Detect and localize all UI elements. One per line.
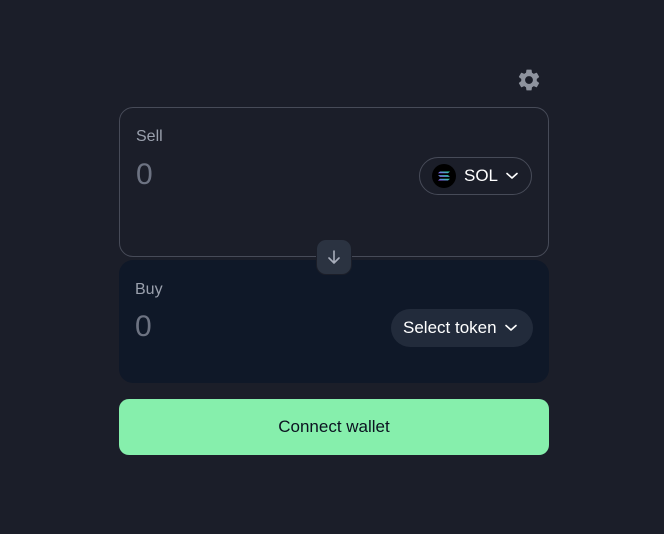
sell-label: Sell: [136, 128, 163, 145]
swap-widget: Sell SOL: [0, 0, 664, 534]
chevron-down-icon: [504, 324, 517, 332]
buy-label: Buy: [135, 281, 163, 298]
solana-logo-icon: [432, 164, 456, 188]
connect-wallet-button[interactable]: Connect wallet: [119, 399, 549, 455]
gear-icon: [518, 69, 540, 91]
sell-amount-input[interactable]: [136, 156, 336, 194]
select-token-label: Select token: [403, 318, 497, 337]
arrow-down-icon: [328, 250, 340, 264]
sell-token-symbol: SOL: [464, 166, 499, 185]
settings-button[interactable]: [514, 65, 544, 95]
chevron-down-icon: [506, 172, 518, 180]
buy-token-selector[interactable]: Select token: [391, 309, 533, 347]
sell-token-selector[interactable]: SOL: [419, 157, 532, 195]
buy-panel: Buy Select token: [119, 260, 549, 383]
sell-panel: Sell SOL: [119, 107, 549, 257]
buy-amount-input[interactable]: [135, 308, 335, 346]
swap-direction-button[interactable]: [316, 239, 352, 275]
